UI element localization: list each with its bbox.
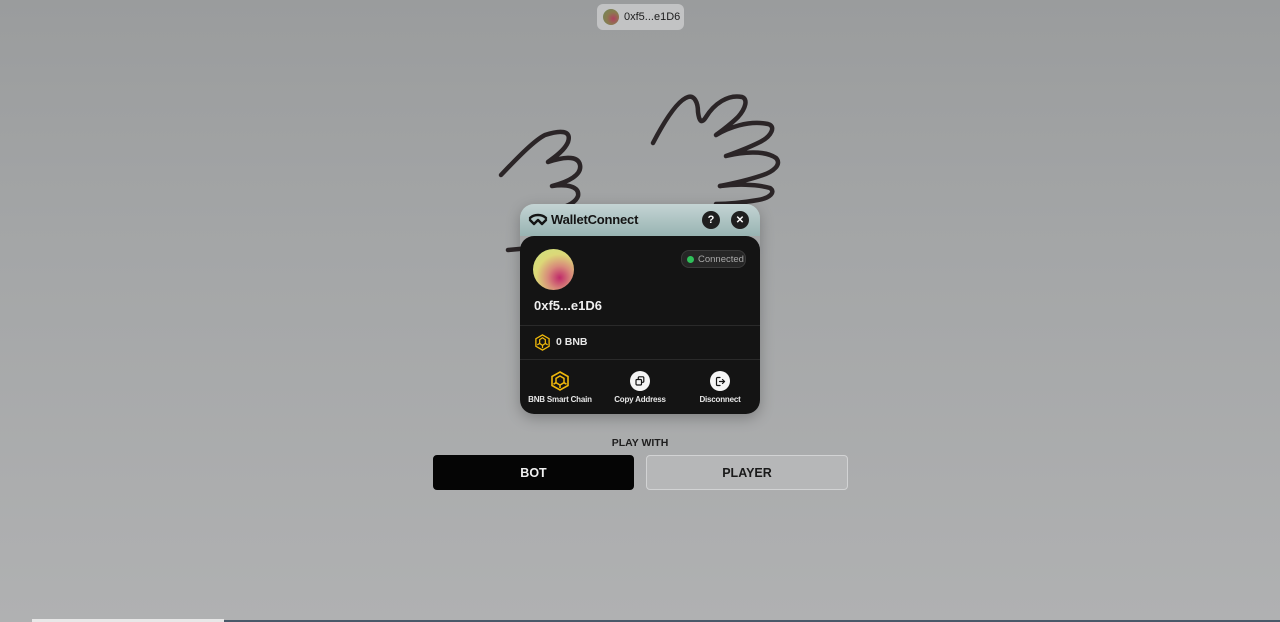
wallet-modal-header: WalletConnect ? ✕ [520, 204, 760, 236]
wallet-avatar [533, 249, 574, 290]
wallet-modal-title: WalletConnect [551, 212, 639, 227]
account-avatar [603, 9, 619, 25]
disconnect-label: Disconnect [699, 395, 741, 404]
copy-address-label: Copy Address [614, 395, 666, 404]
help-icon: ? [707, 214, 715, 226]
bnb-chain-icon [551, 371, 569, 391]
network-label: BNB Smart Chain [528, 395, 592, 404]
connection-status-label: Connected [698, 253, 744, 265]
account-address-label: 0xf5...e1D6 [624, 11, 681, 23]
wallet-profile: 0xf5...e1D6 Connected [520, 236, 760, 326]
connection-status-badge: Connected [681, 250, 746, 268]
walletconnect-logo-icon [528, 213, 548, 226]
play-with-heading: PLAY WITH [611, 437, 669, 449]
balance-row: 0 BNB [520, 326, 760, 360]
play-player-button[interactable]: PLAYER [646, 455, 848, 490]
play-bot-label: BOT [520, 465, 547, 480]
wallet-modal-body: 0xf5...e1D6 Connected 0 BNB BNB Smart Ch… [520, 236, 760, 414]
wallet-modal: WalletConnect ? ✕ 0xf5...e1D6 Connected [520, 204, 760, 414]
copy-address-button[interactable]: Copy Address [600, 360, 680, 414]
play-player-label: PLAYER [722, 465, 772, 480]
copy-icon [630, 371, 650, 391]
disconnect-icon [710, 371, 730, 391]
wallet-balance: 0 BNB [556, 336, 588, 348]
account-button[interactable]: 0xf5...e1D6 [597, 4, 684, 30]
play-bot-button[interactable]: BOT [433, 455, 634, 490]
close-button[interactable]: ✕ [731, 211, 749, 229]
wallet-actions: BNB Smart Chain Copy Address Disconnect [520, 360, 760, 414]
network-button[interactable]: BNB Smart Chain [520, 360, 600, 414]
close-icon: ✕ [735, 214, 745, 226]
disconnect-button[interactable]: Disconnect [680, 360, 760, 414]
wallet-address: 0xf5...e1D6 [534, 298, 602, 313]
status-dot-icon [687, 255, 694, 263]
bnb-token-icon [535, 334, 550, 351]
help-button[interactable]: ? [702, 211, 720, 229]
